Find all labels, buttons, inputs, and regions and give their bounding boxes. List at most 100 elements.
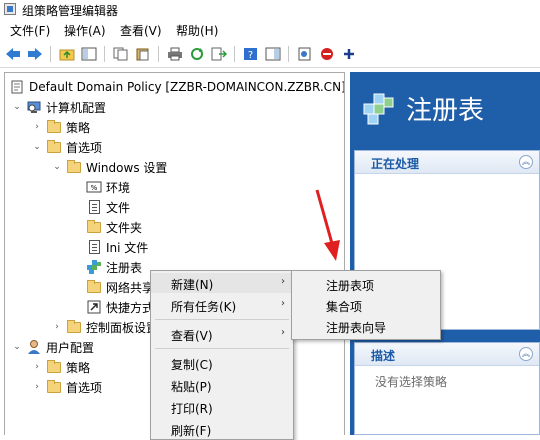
tree-root[interactable]: Default Domain Policy [ZZBR-DOMAINCON.ZZ… <box>9 78 345 96</box>
chevron-down-icon[interactable]: ⌄ <box>31 141 43 153</box>
window-title: 组策略管理编辑器 <box>22 4 119 18</box>
collapse-icon[interactable]: ︽ <box>519 155 533 169</box>
properties-icon[interactable] <box>296 45 314 63</box>
chevron-right-icon: › <box>281 327 285 338</box>
help-icon[interactable]: ? <box>242 45 260 63</box>
tree-item-control-panel[interactable]: › 控制面板设置 <box>51 318 158 336</box>
chevron-right-icon: › <box>281 298 285 309</box>
new-submenu: 注册表项 集合项 注册表向导 <box>291 270 441 340</box>
annotation-arrow-icon <box>315 189 340 261</box>
tree-root-label: Default Domain Policy [ZZBR-DOMAINCON.ZZ… <box>29 80 345 94</box>
tree-item-registry[interactable]: 注册表 <box>71 258 142 276</box>
menu-item-refresh[interactable]: 刷新(F) <box>151 419 293 439</box>
show-tree-icon[interactable] <box>80 45 98 63</box>
menu-separator <box>155 348 289 349</box>
toolbar: ? <box>0 40 540 68</box>
chevron-down-icon[interactable]: ⌄ <box>51 161 63 173</box>
toolbar-separator <box>104 46 105 62</box>
tree-item-files[interactable]: 文件 <box>71 198 130 216</box>
shortcut-icon <box>86 299 102 315</box>
folder-icon <box>66 159 82 175</box>
tree-item-user-preferences[interactable]: › 首选项 <box>31 378 102 396</box>
tree-item-label: 环境 <box>106 180 131 195</box>
processing-header: 正在处理 ︽ <box>355 151 539 174</box>
chevron-right-icon[interactable]: › <box>51 321 63 333</box>
tree-item-label: 首选项 <box>66 380 103 395</box>
menu-view[interactable]: 查看(V) <box>118 22 164 39</box>
chevron-right-icon: › <box>281 276 285 287</box>
submenu-item-registry-wizard[interactable]: 注册表向导 <box>292 316 440 336</box>
copy-icon[interactable] <box>112 45 130 63</box>
tree-item-folders[interactable]: 文件夹 <box>71 218 142 236</box>
context-menu: 新建(N) › 所有任务(K) › 查看(V) › 复制(C) 粘贴(P) 打印(R)… <box>150 270 294 440</box>
tree-item-label: 首选项 <box>66 140 103 155</box>
menu-item-print[interactable]: 打印(R) <box>151 397 293 417</box>
tree-item-user-config[interactable]: ⌄ 用户配置 <box>11 338 94 356</box>
tree-item-shortcuts[interactable]: 快捷方式 <box>71 298 154 316</box>
submenu-item-collection-item[interactable]: 集合项 <box>292 295 440 315</box>
chevron-right-icon[interactable]: › <box>31 121 43 133</box>
menu-bar: 文件(F) 操作(A) 查看(V) 帮助(H) <box>0 20 540 40</box>
folder-icon <box>46 139 62 155</box>
refresh-icon[interactable] <box>188 45 206 63</box>
chevron-right-icon[interactable]: › <box>31 361 43 373</box>
tree-item-label: 文件夹 <box>106 220 143 235</box>
description-header: 描述 ︽ <box>355 343 539 366</box>
tree-item-windows-settings[interactable]: ⌄ Windows 设置 <box>51 158 167 176</box>
chevron-down-icon[interactable]: ⌄ <box>11 101 23 113</box>
menu-file[interactable]: 文件(F) <box>8 22 52 39</box>
description-text: 没有选择策略 <box>375 375 448 389</box>
paste-icon[interactable] <box>134 45 152 63</box>
registry-icon <box>86 259 102 275</box>
tree-item-label: 注册表 <box>106 260 143 275</box>
chevron-right-icon[interactable]: › <box>31 381 43 393</box>
menu-action[interactable]: 操作(A) <box>62 22 108 39</box>
print-icon[interactable] <box>166 45 184 63</box>
add-icon[interactable] <box>340 45 358 63</box>
tree-item-label: 策略 <box>66 120 91 135</box>
folder-icon <box>46 379 62 395</box>
tree-item-ini-files[interactable]: Ini 文件 <box>71 238 148 256</box>
svg-text:%: % <box>91 184 98 192</box>
folder-icon <box>86 219 102 235</box>
submenu-item-registry-item[interactable]: 注册表项 <box>292 274 440 294</box>
menu-item-all-tasks[interactable]: 所有任务(K) › <box>151 295 293 315</box>
policy-scroll-icon <box>9 79 25 95</box>
chevron-down-icon[interactable]: ⌄ <box>11 341 23 353</box>
tree-item-label: 文件 <box>106 200 131 215</box>
environment-icon: % <box>86 179 102 195</box>
tree-item-label: 用户配置 <box>46 340 95 355</box>
menu-item-paste[interactable]: 粘贴(P) <box>151 375 293 395</box>
app-icon <box>4 3 16 15</box>
collapse-icon[interactable]: ︽ <box>519 347 533 361</box>
tree-item-preferences[interactable]: ⌄ 首选项 <box>31 138 102 156</box>
control-panel-icon <box>66 319 82 335</box>
menu-item-new[interactable]: 新建(N) › <box>151 273 293 293</box>
folder-icon <box>46 359 62 375</box>
export-list-icon[interactable] <box>210 45 228 63</box>
tree-item-policies[interactable]: › 策略 <box>31 118 90 136</box>
computer-icon <box>26 99 42 115</box>
tree-item-label: 策略 <box>66 360 91 375</box>
forward-arrow-icon[interactable] <box>26 45 44 63</box>
up-folder-icon[interactable] <box>58 45 76 63</box>
details-title: 注册表 <box>406 96 485 126</box>
back-arrow-icon[interactable] <box>4 45 22 63</box>
tree-item-network-shares[interactable]: 网络共享 <box>71 278 154 296</box>
svg-text:?: ? <box>248 50 253 61</box>
toolbar-separator <box>50 46 51 62</box>
tree-item-computer-config[interactable]: ⌄ 计算机配置 <box>11 98 106 116</box>
ini-file-icon <box>86 239 102 255</box>
stop-icon[interactable] <box>318 45 336 63</box>
tree-item-environment[interactable]: % 环境 <box>71 178 130 196</box>
user-icon <box>26 339 42 355</box>
menu-item-view[interactable]: 查看(V) › <box>151 324 293 344</box>
menu-help[interactable]: 帮助(H) <box>174 22 220 39</box>
tree-item-user-policies[interactable]: › 策略 <box>31 358 90 376</box>
menu-item-copy[interactable]: 复制(C) <box>151 353 293 373</box>
show-action-pane-icon[interactable] <box>264 45 282 63</box>
toolbar-separator <box>234 46 235 62</box>
toolbar-separator <box>158 46 159 62</box>
details-header: 注册表 <box>350 72 540 150</box>
tree-item-label: Windows 设置 <box>86 160 168 175</box>
